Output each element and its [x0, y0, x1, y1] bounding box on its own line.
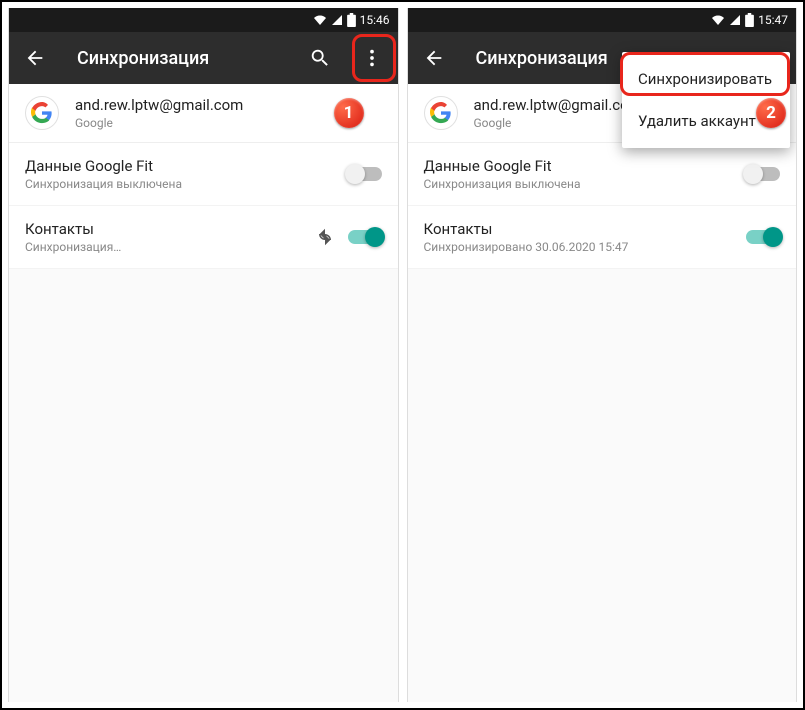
status-time: 15:46 — [360, 13, 390, 27]
battery-icon — [347, 13, 356, 27]
cell-signal-icon — [331, 14, 343, 26]
toggle-switch[interactable] — [746, 167, 780, 181]
sync-item-title: Данные Google Fit — [424, 157, 747, 175]
sync-item-subtitle: Синхронизация выключена — [25, 177, 348, 191]
toggle-switch[interactable] — [348, 167, 382, 181]
google-logo-icon — [424, 96, 458, 130]
sync-item-google-fit[interactable]: Данные Google Fit Синхронизация выключен… — [9, 143, 398, 206]
wifi-icon — [313, 14, 327, 26]
overflow-menu-button[interactable] — [354, 40, 390, 76]
status-bar: 15:46 — [9, 8, 398, 32]
annotation-badge: 2 — [756, 98, 786, 128]
page-title: Синхронизация — [77, 48, 286, 69]
status-time: 15:47 — [758, 13, 788, 27]
sync-item-google-fit[interactable]: Данные Google Fit Синхронизация выключен… — [408, 143, 797, 206]
account-provider: Google — [75, 116, 243, 130]
toggle-switch[interactable] — [746, 230, 780, 244]
menu-item-sync-now[interactable]: Синхронизировать — [622, 58, 790, 100]
sync-item-title: Контакты — [25, 220, 316, 238]
sync-item-title: Данные Google Fit — [25, 157, 348, 175]
search-button[interactable] — [302, 40, 338, 76]
status-bar: 15:47 — [408, 8, 797, 32]
annotation-badge: 1 — [334, 98, 364, 128]
back-button[interactable] — [17, 40, 53, 76]
sync-item-title: Контакты — [424, 220, 747, 238]
cell-signal-icon — [729, 14, 741, 26]
account-email: and.rew.lptw@gmail.com — [474, 96, 642, 114]
sync-item-contacts[interactable]: Контакты Синхронизация… — [9, 206, 398, 269]
google-logo-icon — [25, 96, 59, 130]
sync-in-progress-icon — [316, 228, 334, 246]
wifi-icon — [711, 14, 725, 26]
app-bar: Синхронизация — [9, 32, 398, 84]
sync-item-subtitle: Синхронизация… — [25, 240, 316, 254]
account-email: and.rew.lptw@gmail.com — [75, 96, 243, 114]
battery-icon — [745, 13, 754, 27]
back-button[interactable] — [416, 40, 452, 76]
toggle-switch[interactable] — [348, 230, 382, 244]
account-provider: Google — [474, 116, 642, 130]
sync-item-subtitle: Синхронизировано 30.06.2020 15:47 — [424, 240, 747, 254]
sync-item-subtitle: Синхронизация выключена — [424, 177, 747, 191]
sync-item-contacts[interactable]: Контакты Синхронизировано 30.06.2020 15:… — [408, 206, 797, 269]
phone-right: 15:47 Синхронизация and.rew.lptw@gmail.c… — [407, 8, 798, 702]
phone-left: 15:46 Синхронизация and.rew.lptw@gmail.c… — [8, 8, 399, 702]
